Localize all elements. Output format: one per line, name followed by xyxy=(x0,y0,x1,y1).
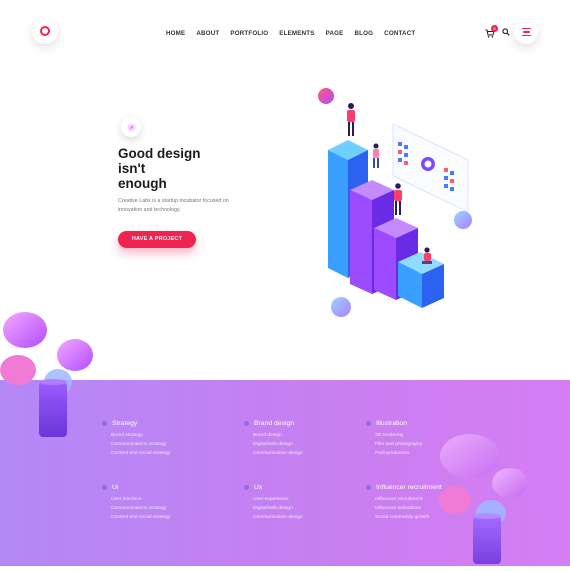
have-a-project-button[interactable]: HAVE A PROJECT xyxy=(118,231,196,248)
plant-illustration xyxy=(439,434,528,564)
bullet-icon xyxy=(244,485,249,490)
service-brand-design: Brand design Brand design Digital/web de… xyxy=(244,420,364,458)
cart-count-badge: 0 xyxy=(491,25,498,32)
nav-blog[interactable]: BLOG xyxy=(354,30,373,37)
service-item: Brand strategy xyxy=(111,433,143,438)
service-strategy: Strategy Brand strategy Communications s… xyxy=(102,420,222,458)
service-title: Illustration xyxy=(376,420,407,427)
service-item: Content and social strategy xyxy=(111,515,171,520)
nav-home[interactable]: HOME xyxy=(166,30,185,37)
bullet-icon xyxy=(102,421,107,426)
service-item: User experience xyxy=(253,497,289,502)
hero-illustration xyxy=(318,88,472,317)
nav-page[interactable]: PAGE xyxy=(326,30,344,37)
service-item: Communication design xyxy=(253,451,303,456)
service-item: Communications strategy xyxy=(111,506,167,511)
service-title: Ux xyxy=(254,484,263,491)
plant-illustration xyxy=(0,312,93,437)
service-item: Digital/web design xyxy=(253,506,293,511)
service-ux: Ux User experience Digital/web design Co… xyxy=(244,484,364,522)
nav-portfolio[interactable]: PORTFOLIO xyxy=(230,30,268,37)
nav-elements[interactable]: ELEMENTS xyxy=(279,30,314,37)
hero-title-line: enough xyxy=(118,176,167,191)
landing-page: HOME ABOUT PORTFOLIO ELEMENTS PAGE BLOG … xyxy=(0,0,570,571)
hero-title: Good design isn't enough xyxy=(118,146,238,191)
search-icon[interactable] xyxy=(502,28,510,36)
bullet-icon xyxy=(244,421,249,426)
hero-subtitle: Creative Labs is a startup incubator foc… xyxy=(118,198,229,213)
nav-about[interactable]: ABOUT xyxy=(196,30,219,37)
logo-ring-icon xyxy=(40,26,50,36)
service-item: Digital/web design xyxy=(253,442,293,447)
service-title: Ui xyxy=(112,484,119,491)
service-item: Content and social strategy xyxy=(111,451,171,456)
service-item: Communications strategy xyxy=(111,442,167,447)
bullet-icon xyxy=(102,485,107,490)
hamburger-menu-icon[interactable] xyxy=(514,20,538,44)
hero-title-line: isn't xyxy=(118,161,146,176)
service-item: User interface xyxy=(111,497,142,502)
compass-icon xyxy=(121,117,141,137)
service-item: Communication design xyxy=(253,515,303,520)
nav-contact[interactable]: CONTACT xyxy=(384,30,415,37)
bullet-icon xyxy=(366,421,371,426)
main-nav: HOME ABOUT PORTFOLIO ELEMENTS PAGE BLOG … xyxy=(166,30,426,37)
bullet-icon xyxy=(366,485,371,490)
service-title: Brand design xyxy=(254,420,295,427)
logo[interactable] xyxy=(32,18,58,44)
hero-title-line: Good design xyxy=(118,146,201,161)
service-title: Strategy xyxy=(112,420,138,427)
service-item: Brand design xyxy=(253,433,282,438)
service-ui: Ui User interface Communications strateg… xyxy=(102,484,222,522)
